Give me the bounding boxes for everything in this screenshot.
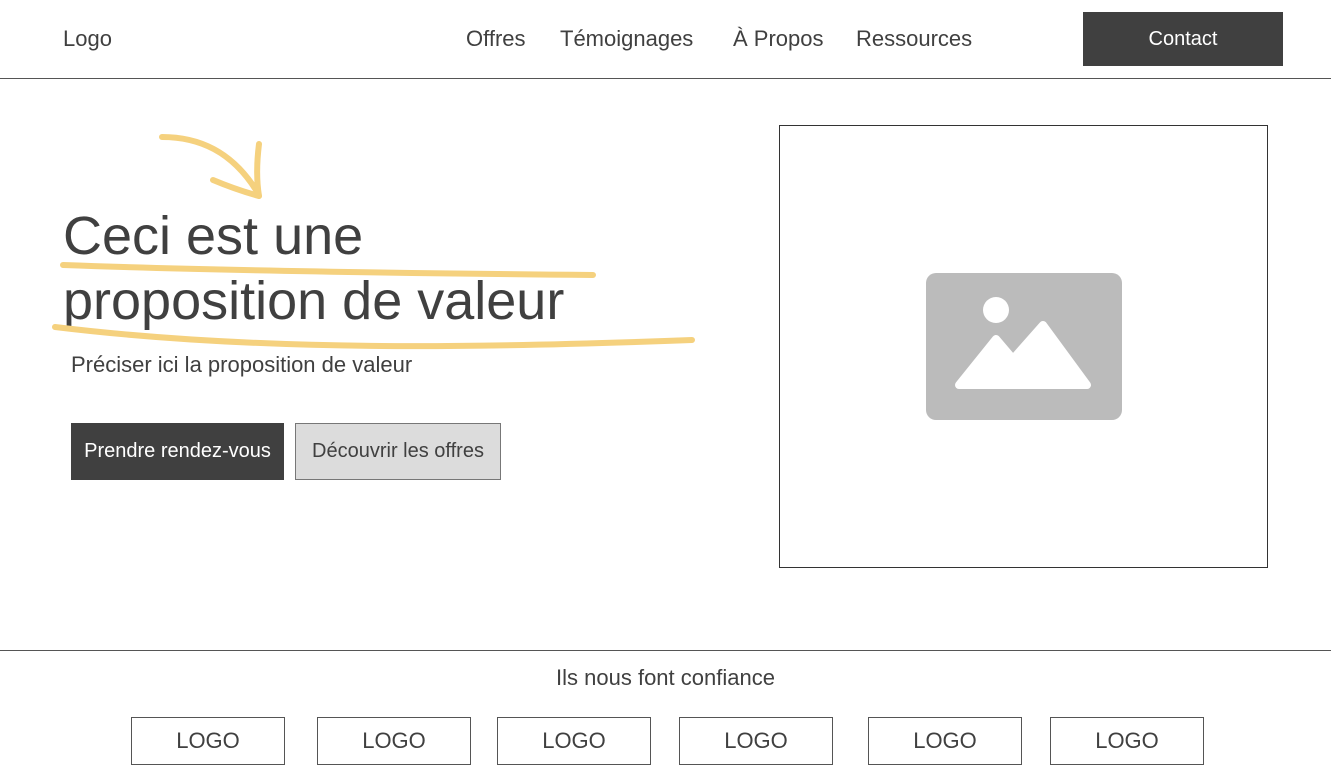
hero-title: Ceci est une proposition de valeur [63,204,564,334]
hero-image-frame [779,125,1268,568]
nav-item-a-propos[interactable]: À Propos [733,26,824,52]
hero-title-line-2: proposition de valeur [63,271,565,331]
partner-logo: LOGO [1050,717,1204,765]
image-placeholder-icon [926,273,1122,420]
header: Logo Offres Témoignages À Propos Ressour… [0,0,1331,79]
section-divider [0,650,1331,651]
site-logo[interactable]: Logo [63,26,112,52]
hero-subtitle: Préciser ici la proposition de valeur [71,352,413,377]
contact-button[interactable]: Contact [1083,12,1283,66]
discover-offers-button[interactable]: Découvrir les offres [295,423,501,480]
partner-logo: LOGO [497,717,651,765]
partner-logo: LOGO [131,717,285,765]
partner-logo: LOGO [679,717,833,765]
hero-title-line-1: Ceci est une [63,206,364,266]
nav-item-offres[interactable]: Offres [466,26,526,52]
partner-logo: LOGO [317,717,471,765]
hand-drawn-arrow-icon [159,134,262,199]
nav-item-temoignages[interactable]: Témoignages [560,26,693,52]
nav-item-ressources[interactable]: Ressources [856,26,972,52]
trust-section-title: Ils nous font confiance [556,665,775,690]
partner-logo: LOGO [868,717,1022,765]
book-appointment-button[interactable]: Prendre rendez-vous [71,423,284,480]
landing-page: Logo Offres Témoignages À Propos Ressour… [0,0,1331,780]
